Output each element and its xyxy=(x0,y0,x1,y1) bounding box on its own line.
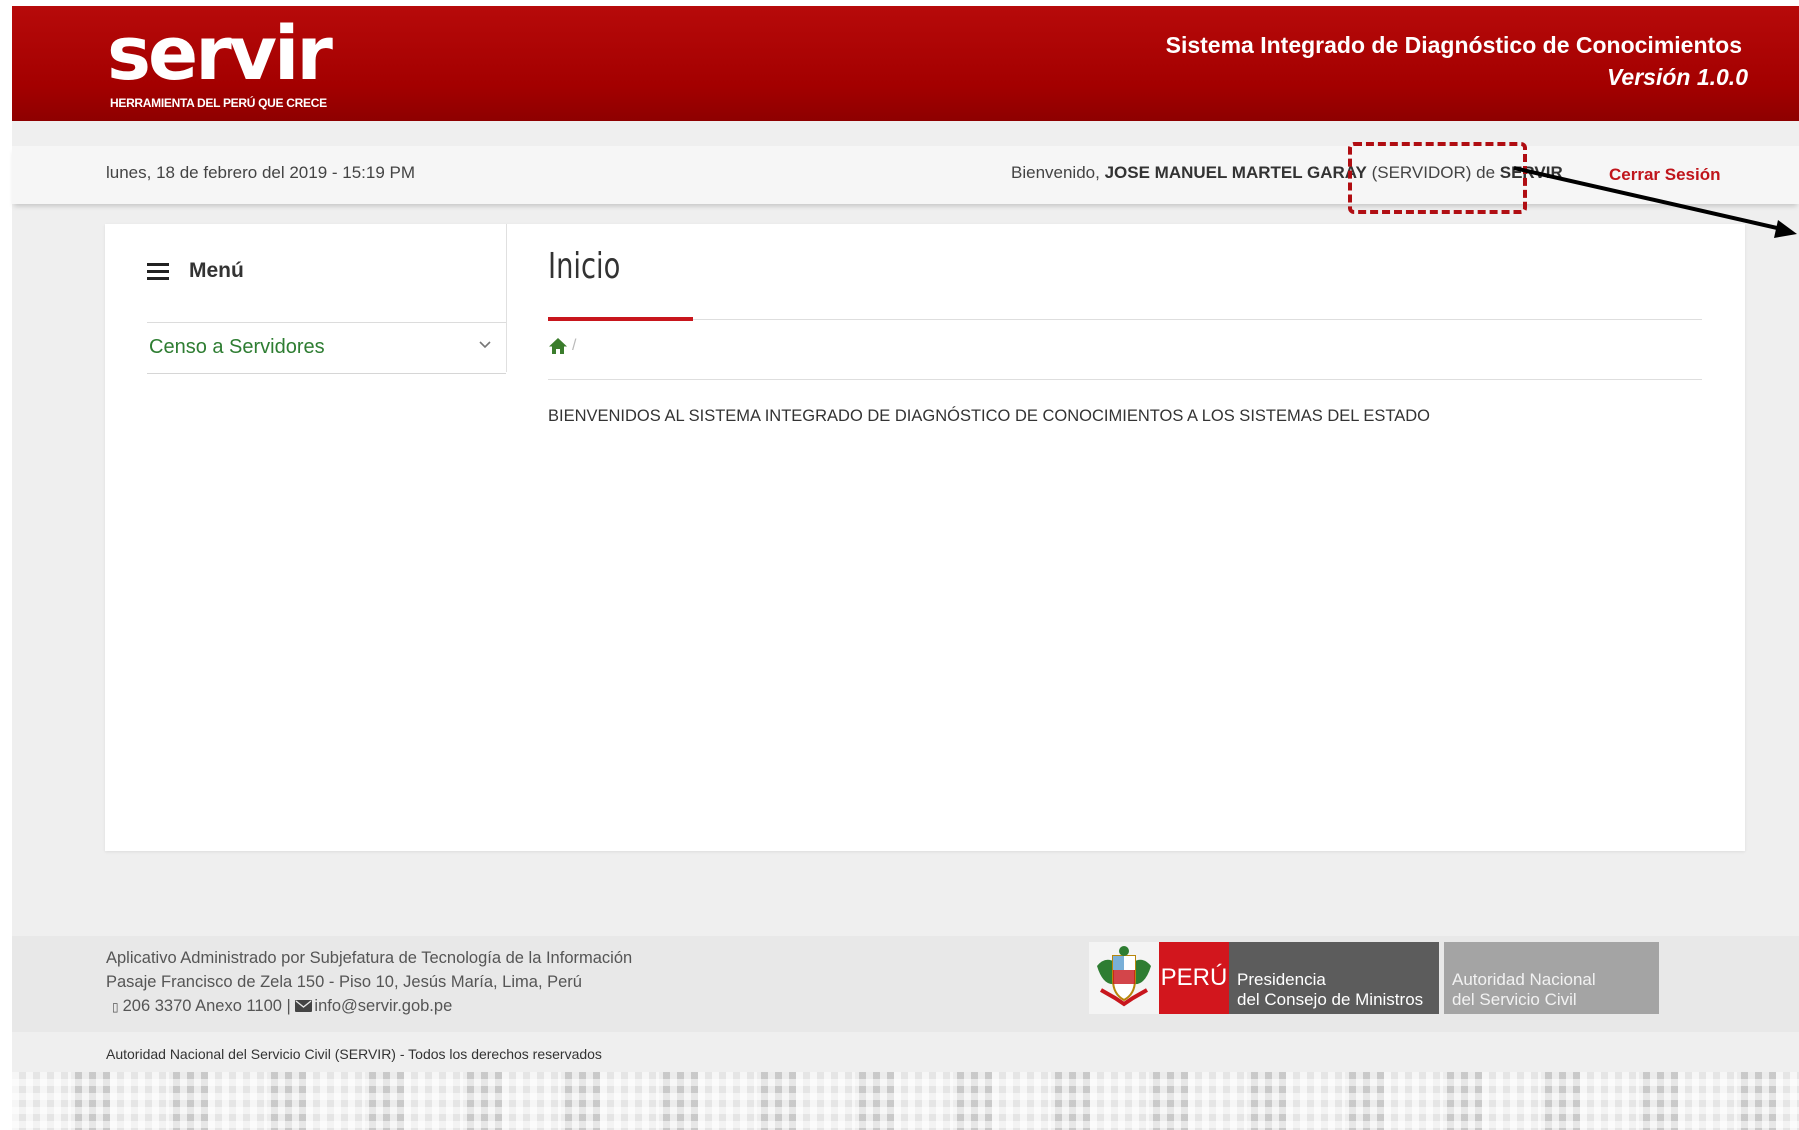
sidebar-item-censo-servidores[interactable]: Censo a Servidores xyxy=(147,323,506,374)
peru-shield-logo xyxy=(1089,942,1159,1014)
system-version: Versión 1.0.0 xyxy=(1606,64,1748,90)
copyright-text: Autoridad Nacional del Servicio Civil (S… xyxy=(106,1046,602,1062)
pcm-logo-line1: Presidencia xyxy=(1237,970,1326,989)
system-title: Sistema Integrado de Diagnóstico de Cono… xyxy=(1165,32,1742,58)
coat-of-arms-icon xyxy=(1097,946,1151,1007)
breadcrumb-divider xyxy=(548,379,1702,380)
footer: Aplicativo Administrado por Subjefatura … xyxy=(12,936,1799,1032)
page-title: Inicio xyxy=(548,246,621,287)
hamburger-icon xyxy=(147,259,169,284)
title-accent-bar xyxy=(548,317,693,321)
annotation-highlight-box xyxy=(1348,142,1527,214)
servir-logo-line2: del Servicio Civil xyxy=(1452,990,1577,1009)
phone-icon: ▯ xyxy=(112,1000,119,1014)
servir-logo-line1: Autoridad Nacional xyxy=(1452,970,1596,989)
header-bar: servir HERRAMIENTA DEL PERÚ QUE CRECE Si… xyxy=(12,6,1799,121)
pcm-logo: Presidencia del Consejo de Ministros xyxy=(1229,942,1439,1014)
home-icon[interactable] xyxy=(548,337,568,355)
logo-tagline: HERRAMIENTA DEL PERÚ QUE CRECE xyxy=(110,96,327,110)
welcome-prefix: Bienvenido, xyxy=(1011,163,1105,182)
menu-header[interactable]: Menú xyxy=(147,259,244,284)
footer-admin-line: Aplicativo Administrado por Subjefatura … xyxy=(106,949,633,967)
footer-info: Aplicativo Administrado por Subjefatura … xyxy=(106,946,632,1019)
breadcrumb-separator: / xyxy=(572,337,577,354)
servir-entity-logo: Autoridad Nacional del Servicio Civil xyxy=(1444,942,1659,1014)
envelope-icon xyxy=(295,1000,313,1012)
breadcrumb: / xyxy=(548,337,576,361)
servir-logo[interactable]: servir HERRAMIENTA DEL PERÚ QUE CRECE xyxy=(107,11,333,110)
title-divider xyxy=(548,319,1702,320)
peru-logo: PERÚ xyxy=(1159,942,1229,1014)
footer-email-link[interactable]: info@servir.gob.pe xyxy=(314,997,452,1015)
welcome-message: BIENVENIDOS AL SISTEMA INTEGRADO DE DIAG… xyxy=(548,407,1431,425)
current-date: lunes, 18 de febrero del 2019 - 15:19 PM xyxy=(106,163,416,182)
sidebar-menu: Menú Censo a Servidores xyxy=(105,224,507,374)
sidebar-item-label: Censo a Servidores xyxy=(149,336,325,358)
footer-phone: 206 3370 Anexo 1100 | xyxy=(122,997,296,1015)
menu-title: Menú xyxy=(189,259,244,283)
logo-wordmark: servir xyxy=(107,11,333,97)
chevron-down-icon xyxy=(479,341,491,349)
footer-contact-line: ▯ 206 3370 Anexo 1100 | info@servir.gob.p… xyxy=(106,994,632,1019)
pcm-logo-line2: del Consejo de Ministros xyxy=(1237,990,1424,1009)
footer-address-line: Pasaje Francisco de Zela 150 - Piso 10, … xyxy=(106,973,582,991)
user-name: JOSE MANUEL MARTEL GARAY xyxy=(1104,163,1367,182)
decorative-pixel-pattern xyxy=(12,1072,1799,1130)
page: servir HERRAMIENTA DEL PERÚ QUE CRECE Si… xyxy=(12,6,1799,1130)
main-card: Menú Censo a Servidores Inicio / BIENVEN… xyxy=(105,224,1745,851)
